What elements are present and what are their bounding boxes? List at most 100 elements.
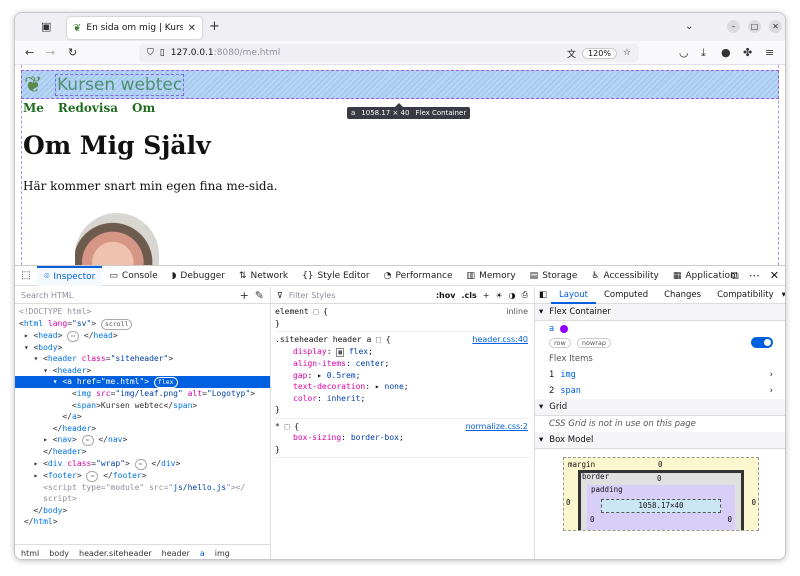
light-mode-icon[interactable]: ☀ (495, 291, 502, 300)
leaf-logo-icon[interactable]: ❦ (24, 73, 42, 98)
hov-toggle[interactable]: :hov (436, 291, 456, 300)
padding-left-value[interactable]: 0 (590, 515, 595, 524)
more-options-icon[interactable]: ⋯ (749, 269, 760, 283)
close-window-icon[interactable]: ✕ (769, 20, 782, 33)
flex-container-section-header[interactable]: ▾ Flex Container (535, 304, 785, 321)
flex-element-name[interactable]: a (549, 324, 554, 334)
tree-node[interactable]: <img src="img/leaf.png" alt="Logotyp"> (15, 388, 270, 400)
breadcrumb-item-active[interactable]: a (200, 549, 205, 558)
breadcrumb-item[interactable]: html (21, 549, 39, 558)
flex-item-row[interactable]: 2 span › (535, 383, 785, 399)
tree-node[interactable]: ▸ <head> ⋯ </head> (15, 330, 270, 342)
eyedropper-icon[interactable]: ✎ (255, 289, 264, 302)
extensions-icon[interactable]: ✤ (743, 46, 752, 59)
rule-source-link[interactable]: header.css:40 (472, 334, 528, 346)
margin-top-value[interactable]: 0 (658, 460, 663, 469)
tree-node[interactable]: <span>Kursen webtec</span> (15, 400, 270, 412)
flex-item-row[interactable]: 1 img › (535, 367, 785, 383)
nav-link-om[interactable]: Om (132, 101, 155, 115)
chevron-down-icon[interactable]: ▾ (782, 290, 785, 300)
minimize-icon[interactable]: – (727, 20, 740, 33)
css-declaration[interactable]: color: inherit; (275, 393, 530, 405)
tree-node[interactable]: ▾ <body> (15, 342, 270, 354)
devtools-tab-performance[interactable]: ◔ Performance (377, 266, 460, 286)
tab-computed[interactable]: Computed (596, 287, 656, 304)
add-node-icon[interactable]: + (240, 289, 249, 302)
rule-source-link[interactable]: normalize.css:2 (466, 421, 528, 433)
page-info-icon[interactable]: ▯ (160, 48, 165, 58)
margin-right-value[interactable]: 0 (751, 498, 756, 507)
tree-node[interactable]: ▾ <header class="siteheader"> (15, 353, 270, 365)
css-declaration[interactable]: gap: ▸ 0.5rem; (275, 370, 530, 382)
devtools-tab-debugger[interactable]: ◗ Debugger (165, 266, 232, 286)
element-picker-icon[interactable]: ⬚ (15, 270, 37, 281)
breadcrumb-item[interactable]: header (162, 549, 190, 558)
flex-highlight-toggle[interactable] (751, 337, 773, 348)
breadcrumb-item[interactable]: img (215, 549, 230, 558)
chevron-down-icon[interactable]: ⌄ (685, 21, 693, 32)
account-avatar-icon[interactable]: ● (721, 46, 731, 59)
filter-styles-input[interactable]: Filter Styles (289, 291, 430, 300)
dark-mode-icon[interactable]: ◑ (509, 291, 516, 300)
cls-toggle[interactable]: .cls (461, 291, 476, 300)
tree-node[interactable]: <html lang="sv"> scroll (15, 318, 270, 330)
tree-node[interactable]: ▸ <nav> ⋯ </nav> (15, 434, 270, 446)
devtools-tab-memory[interactable]: ▥ Memory (460, 266, 523, 286)
reload-icon[interactable]: ↻ (68, 46, 77, 59)
devtools-tab-accessibility[interactable]: ♿ Accessibility (584, 266, 665, 286)
add-rule-icon[interactable]: + (483, 291, 490, 300)
tree-node[interactable]: </header> (15, 446, 270, 458)
padding-right-value[interactable]: 0 (727, 515, 732, 524)
tree-node[interactable]: ▸ <footer> ⋯ </footer> (15, 470, 270, 482)
browser-tab[interactable]: ❦ En sida om mig | Kursen webtec ✕ (67, 17, 202, 39)
css-declaration[interactable]: box-sizing: border-box; (275, 432, 530, 444)
tree-node[interactable]: script> (15, 493, 270, 505)
devtools-tab-style-editor[interactable]: {} Style Editor (295, 266, 377, 286)
zoom-badge[interactable]: 120% (582, 47, 617, 59)
pocket-icon[interactable]: ◡ (679, 46, 689, 59)
translate-icon[interactable]: 文 (567, 47, 576, 60)
shield-icon[interactable]: ⛉ (147, 48, 154, 58)
menu-icon[interactable]: ≡ (765, 46, 774, 59)
sidebar-toggle-icon[interactable]: ◧ (535, 290, 551, 300)
devtools-tab-network[interactable]: ⇅ Network (232, 266, 295, 286)
breadcrumb-item[interactable]: header.siteheader (79, 549, 152, 558)
nav-link-redovisa[interactable]: Redovisa (58, 101, 118, 115)
tree-node[interactable]: ▾ <header> (15, 365, 270, 377)
content-box[interactable]: 1058.17×40 (601, 499, 721, 513)
tree-node[interactable]: <!DOCTYPE html> (15, 306, 270, 318)
devtools-tab-inspector[interactable]: ⌾ Inspector (37, 265, 103, 286)
nav-link-me[interactable]: Me (23, 101, 44, 115)
tree-node[interactable]: </body> (15, 505, 270, 517)
devtools-tab-console[interactable]: ▭ Console (102, 266, 164, 286)
url-bar[interactable]: ⛉ ▯ 127.0.0.1 :8080/me.html 文 120% ☆ (139, 44, 639, 62)
back-arrow-icon[interactable]: ← (25, 46, 34, 59)
close-devtools-icon[interactable]: ✕ (770, 269, 779, 283)
close-tab-icon[interactable]: ✕ (188, 23, 196, 34)
margin-left-value[interactable]: 0 (566, 498, 571, 507)
bookmark-star-icon[interactable]: ☆ (623, 48, 631, 58)
search-html-input[interactable]: Search HTML (21, 291, 234, 300)
tree-node[interactable]: </a> (15, 411, 270, 423)
tree-node[interactable]: </html> (15, 516, 270, 528)
forward-arrow-icon[interactable]: → (46, 46, 55, 59)
border-top-value[interactable]: 0 (657, 474, 662, 483)
tree-node[interactable]: <script type="module" src="js/hello.js">… (15, 482, 270, 494)
maximize-icon[interactable]: □ (748, 20, 761, 33)
tab-compatibility[interactable]: Compatibility (709, 287, 782, 304)
dock-icon[interactable]: ⧉ (731, 269, 739, 283)
tab-layout[interactable]: Layout (551, 287, 596, 304)
tab-overview-icon[interactable]: ▣ (41, 20, 51, 33)
tree-node[interactable]: </header> (15, 423, 270, 435)
css-declaration[interactable]: display: ▦ flex; (275, 346, 530, 359)
highlight-color-swatch[interactable] (560, 325, 569, 333)
print-icon[interactable]: ⎙ (522, 290, 528, 300)
box-model-section-header[interactable]: ▾ Box Model (535, 432, 785, 449)
breadcrumb-item[interactable]: body (49, 549, 69, 558)
css-declaration[interactable]: text-decoration: ▸ none; (275, 381, 530, 393)
devtools-tab-storage[interactable]: ▤ Storage (523, 266, 585, 286)
downloads-icon[interactable]: ⤓ (701, 46, 706, 60)
tree-node[interactable]: ▸ <div class="wrap"> ⋯ </div> (15, 458, 270, 470)
tree-node-selected[interactable]: ▾ <a href="me.html"> flex (15, 376, 270, 388)
grid-section-header[interactable]: ▾ Grid (535, 399, 785, 416)
